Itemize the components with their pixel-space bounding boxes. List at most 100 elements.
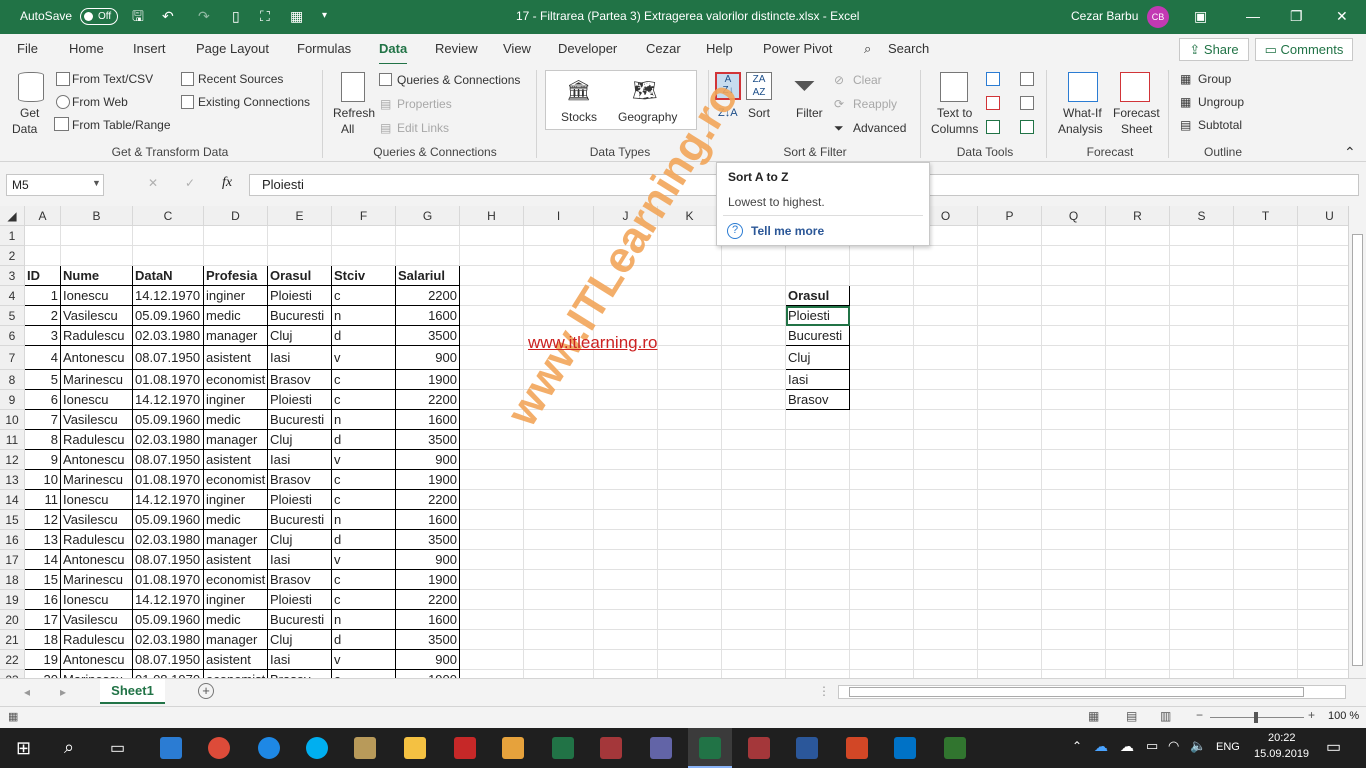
table-cell[interactable]: 15 [25,570,61,590]
grid-cell[interactable] [786,610,850,630]
grid-cell[interactable] [722,550,786,570]
grid-cell[interactable] [1234,286,1298,306]
zoom-level[interactable]: 100 % [1328,710,1359,722]
table-cell[interactable]: 02.03.1980 [133,530,204,550]
row-header[interactable]: 11 [0,430,25,450]
clock-time[interactable]: 20:22 [1268,732,1296,744]
grid-cell[interactable] [1106,470,1170,490]
grid-cell[interactable] [332,246,396,266]
grid-cell[interactable] [722,306,786,326]
undo-icon[interactable]: ↶ [162,8,174,24]
new-file-icon[interactable]: ▯ [232,8,240,24]
table-cell[interactable]: v [332,450,396,470]
row-header[interactable]: 22 [0,650,25,670]
grid-cell[interactable] [1106,450,1170,470]
grid-cell[interactable] [1106,266,1170,286]
grid-cell[interactable] [978,430,1042,450]
consolidate-icon[interactable] [1020,72,1034,86]
row-header[interactable]: 17 [0,550,25,570]
grid-cell[interactable] [1042,610,1106,630]
table-cell[interactable]: Vasilescu [61,610,133,630]
grid-cell[interactable] [524,450,594,470]
table-cell[interactable]: 1600 [396,610,460,630]
table-cell[interactable]: Antonescu [61,550,133,570]
table-cell[interactable]: 7 [25,410,61,430]
grid-cell[interactable] [1106,630,1170,650]
grid-cell[interactable] [850,530,914,550]
grid-cell[interactable] [594,590,658,610]
row-header[interactable]: 16 [0,530,25,550]
grid-cell[interactable] [786,530,850,550]
zoom-slider-thumb[interactable] [1254,712,1258,723]
grid-cell[interactable] [594,430,658,450]
macro-record-icon[interactable]: ▦ [8,710,18,723]
table-cell[interactable]: c [332,570,396,590]
table-cell[interactable]: n [332,510,396,530]
table-cell[interactable]: inginer [204,390,268,410]
table-cell[interactable]: Ionescu [61,590,133,610]
paint-icon[interactable] [354,737,376,759]
distinct-cell[interactable]: Iasi [786,370,850,390]
grid-cell[interactable] [914,650,978,670]
tray-chevron-icon[interactable]: ⌃ [1072,739,1082,753]
battery-icon[interactable]: ▭ [1146,738,1158,754]
grid-cell[interactable] [1170,346,1234,370]
prev-sheet-icon[interactable]: ◂ [24,685,30,699]
access-icon-2[interactable] [748,737,770,759]
table-cell[interactable]: Vasilescu [61,510,133,530]
grid-cell[interactable] [786,450,850,470]
grid-cell[interactable] [594,370,658,390]
grid-cell[interactable] [594,570,658,590]
grid-cell[interactable] [658,390,722,410]
grid-cell[interactable] [524,610,594,630]
grid-cell[interactable] [1234,390,1298,410]
grid-cell[interactable] [1234,326,1298,346]
table-cell[interactable]: 8 [25,430,61,450]
reapply-button[interactable]: Reapply [853,97,897,111]
grid-cell[interactable] [594,670,658,678]
table-cell[interactable]: 900 [396,650,460,670]
tab-view[interactable]: View [503,41,531,56]
sort-button[interactable]: Sort [748,106,770,120]
grid-cell[interactable] [786,266,850,286]
grid-cell[interactable] [978,326,1042,346]
table-cell[interactable]: 02.03.1980 [133,326,204,346]
grid-cell[interactable] [1234,470,1298,490]
cancel-icon[interactable]: ✕ [148,176,158,190]
grid-cell[interactable] [850,670,914,678]
grid-cell[interactable] [460,550,524,570]
geography-button[interactable]: Geography [618,110,677,124]
app-icon-explorer-blue[interactable] [160,737,182,759]
grid-cell[interactable] [722,470,786,490]
grid-cell[interactable] [658,670,722,678]
forecast-sheet-button[interactable]: Forecast [1113,106,1160,120]
grid-cell[interactable] [524,670,594,678]
row-header[interactable]: 5 [0,306,25,326]
excel-icon[interactable] [552,737,574,759]
autosave-toggle[interactable]: Off [80,8,118,25]
enter-icon[interactable]: ✓ [185,176,195,190]
tab-cezar[interactable]: Cezar [646,41,681,56]
tab-data[interactable]: Data [379,41,408,65]
table-cell[interactable]: Brasov [268,570,332,590]
table-cell[interactable]: medic [204,306,268,326]
grid-cell[interactable] [1106,670,1170,678]
grid-cell[interactable] [850,650,914,670]
grid-cell[interactable] [658,530,722,550]
tab-page-layout[interactable]: Page Layout [196,41,269,56]
table-cell[interactable]: 14.12.1970 [133,286,204,306]
table-header-cell[interactable]: Salariul [396,266,460,286]
table-cell[interactable]: 08.07.1950 [133,346,204,370]
grid-cell[interactable] [1042,450,1106,470]
table-cell[interactable]: economist [204,370,268,390]
grid-cell[interactable] [1106,510,1170,530]
table-cell[interactable]: Iasi [268,550,332,570]
grid-cell[interactable] [978,286,1042,306]
grid-cell[interactable] [786,650,850,670]
column-header[interactable]: E [268,206,332,226]
row-header[interactable]: 12 [0,450,25,470]
save-icon[interactable]: 🖫 [132,8,144,24]
grid-cell[interactable] [1042,490,1106,510]
grid-cell[interactable] [524,226,594,246]
grid-cell[interactable] [524,490,594,510]
